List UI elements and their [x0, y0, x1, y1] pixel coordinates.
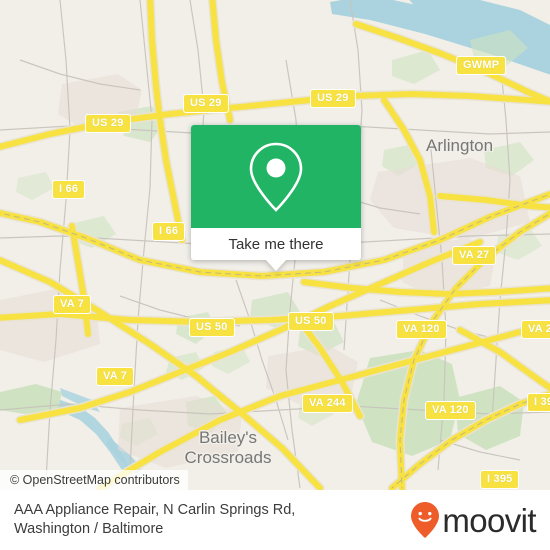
location-callout[interactable]: Take me there — [191, 125, 361, 271]
road-shield-va7-south[interactable]: VA 7 — [96, 367, 135, 386]
road-shield-i66-east[interactable]: I 66 — [152, 222, 186, 241]
road-shield-va120-north[interactable]: VA 120 — [396, 320, 447, 339]
location-title: AAA Appliance Repair, N Carlin Springs R… — [14, 501, 295, 539]
location-title-line1: AAA Appliance Repair, N Carlin Springs R… — [14, 502, 296, 518]
road-shield-va24-clipped[interactable]: VA 24 — [521, 320, 550, 339]
moovit-smiley-pin-icon — [411, 502, 440, 538]
road-shield-gwmp[interactable]: GWMP — [456, 56, 507, 75]
place-label-line1: Bailey's — [198, 428, 258, 447]
location-title-line2: Washington / Baltimore — [14, 521, 164, 537]
take-me-there-label: Take me there — [228, 235, 324, 253]
footer-bar: AAA Appliance Repair, N Carlin Springs R… — [0, 490, 550, 550]
place-label-baileys-crossroads: Bailey's Crossroads — [168, 428, 288, 468]
osm-attribution-label: © OpenStreetMap contributors — [10, 473, 180, 487]
callout-image-panel — [191, 125, 361, 228]
moovit-wordmark: moovit — [442, 501, 536, 539]
map-screenshot: Arlington Bailey's Crossroads US 29 US 2… — [0, 0, 550, 550]
road-shield-va7-north[interactable]: VA 7 — [53, 295, 92, 314]
osm-attribution[interactable]: © OpenStreetMap contributors — [0, 470, 188, 490]
road-shield-i395-east[interactable]: I 395 — [527, 393, 550, 412]
map-pin-icon — [249, 142, 303, 212]
road-shield-va27[interactable]: VA 27 — [452, 246, 497, 265]
road-shield-i66-west[interactable]: I 66 — [52, 180, 86, 199]
moovit-logo[interactable]: moovit — [410, 501, 537, 539]
road-shield-us29-east[interactable]: US 29 — [310, 89, 356, 108]
road-shield-i395-south[interactable]: I 395 — [480, 470, 520, 489]
road-shield-va244[interactable]: VA 244 — [302, 394, 353, 413]
place-label-line2: Crossroads — [184, 448, 272, 467]
road-shield-us50-west[interactable]: US 50 — [189, 318, 235, 337]
road-shield-us50-east[interactable]: US 50 — [288, 312, 334, 331]
callout-body: Take me there — [191, 125, 361, 260]
road-shield-va120-south[interactable]: VA 120 — [425, 401, 476, 420]
take-me-there-button[interactable]: Take me there — [191, 228, 361, 260]
map-canvas[interactable]: Arlington Bailey's Crossroads US 29 US 2… — [0, 0, 550, 490]
callout-pointer — [265, 259, 287, 271]
road-shield-us29-west[interactable]: US 29 — [183, 94, 229, 113]
road-shield-us29-left[interactable]: US 29 — [85, 114, 131, 133]
place-label-arlington: Arlington — [426, 136, 494, 155]
